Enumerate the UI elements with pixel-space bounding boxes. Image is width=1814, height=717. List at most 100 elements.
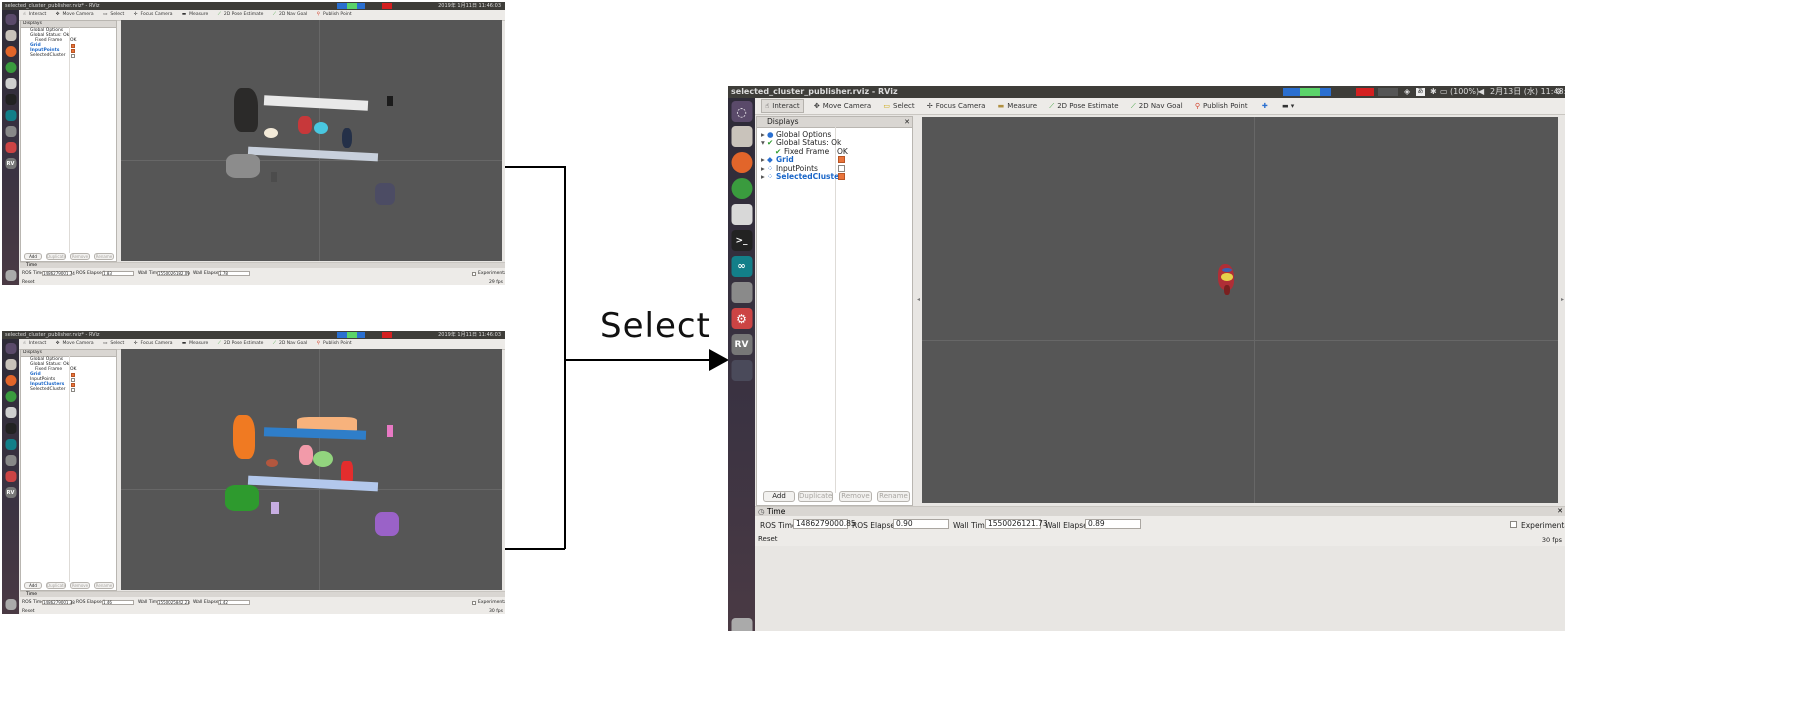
rviz-icon[interactable]: RV — [731, 334, 752, 355]
select-tool[interactable]: ▭ Select — [103, 10, 124, 20]
duplicate-button[interactable]: Duplicate — [798, 491, 833, 502]
settings-icon[interactable] — [5, 142, 16, 153]
terminal-icon[interactable] — [5, 423, 16, 434]
rviz-icon[interactable]: RV — [5, 487, 16, 498]
nav-goal-tool[interactable]: ⟋ 2D Nav Goal — [273, 339, 307, 349]
interact-tool[interactable]: ☝ Interact — [23, 10, 46, 20]
focus-camera-tool[interactable]: ✢ Focus Camera — [927, 98, 986, 114]
wall-time-field[interactable]: 1550026121.73 — [985, 519, 1048, 529]
drive-icon[interactable] — [731, 204, 752, 225]
trash-icon[interactable] — [5, 270, 16, 281]
wifi-icon[interactable]: ◈ — [1404, 86, 1410, 98]
measure-tool[interactable]: ▬ Measure — [182, 10, 208, 20]
wall-time-field[interactable]: 1550026182.09 — [157, 271, 190, 276]
splitter-handle[interactable]: ◂ — [917, 296, 920, 303]
volume-icon[interactable]: ◀ — [1478, 86, 1484, 98]
settings-icon[interactable] — [5, 471, 16, 482]
publish-point-tool[interactable]: ⚲ Publish Point — [1195, 98, 1248, 114]
nav-goal-tool[interactable]: ⟋ 2D Nav Goal — [273, 10, 307, 20]
ros-time-field[interactable]: 1486279001.74 — [42, 271, 75, 276]
wall-elapsed-field[interactable]: 0.89 — [1085, 519, 1141, 529]
wall-elapsed-field[interactable]: 1.78 — [218, 271, 250, 276]
interact-tool[interactable]: ☝ Interact — [23, 339, 46, 349]
splitter-handle-right[interactable]: ▸ — [1561, 296, 1564, 303]
ros-time-field[interactable]: 1486279001.38 — [42, 600, 75, 605]
reset-button[interactable]: Reset — [757, 534, 778, 545]
camera-icon[interactable] — [5, 455, 16, 466]
dash-icon[interactable] — [5, 343, 16, 354]
drive-icon[interactable] — [5, 78, 16, 89]
3d-viewport[interactable] — [121, 20, 502, 261]
remove-button[interactable]: Remove — [839, 491, 872, 502]
select-tool[interactable]: ▭ Select — [883, 98, 914, 114]
add-button[interactable]: Add — [763, 491, 795, 502]
arduino-icon[interactable] — [5, 110, 16, 121]
add-button[interactable]: Add — [24, 582, 42, 589]
rviz-icon[interactable]: RV — [5, 158, 16, 169]
focus-camera-tool[interactable]: ✢ Focus Camera — [134, 10, 173, 20]
measure-tool[interactable]: ▬ Measure — [998, 98, 1037, 114]
dash-icon[interactable]: ◌ — [731, 101, 752, 122]
rename-button[interactable]: Rename — [94, 253, 114, 260]
tree-grid[interactable]: ▸ ◆ Grid — [757, 155, 912, 164]
ros-elapsed-field[interactable]: 0.90 — [893, 519, 949, 529]
tree-global-options[interactable]: ▸ ● Global Options — [757, 130, 912, 139]
input-points-checkbox[interactable] — [838, 164, 845, 172]
close-icon[interactable]: ✕ — [904, 117, 910, 127]
move-camera-tool[interactable]: ✥ Move Camera — [814, 98, 871, 114]
input-method-icon[interactable]: あ — [1416, 88, 1425, 96]
tree-global-status[interactable]: ▾ ✔ Global Status: Ok — [757, 138, 912, 147]
add-button[interactable]: Add — [24, 253, 42, 260]
pose-estimate-tool[interactable]: ⟋ 2D Pose Estimate — [218, 339, 264, 349]
chrome-icon[interactable] — [731, 178, 752, 199]
tool-menu-icon[interactable]: ▬ ▾ — [1282, 98, 1294, 114]
remove-button[interactable]: Remove — [70, 582, 90, 589]
files-icon[interactable] — [5, 359, 16, 370]
camera-icon[interactable] — [731, 282, 752, 303]
camera-icon[interactable] — [5, 126, 16, 137]
pose-estimate-tool[interactable]: ⟋ 2D Pose Estimate — [218, 10, 264, 20]
experimental-checkbox[interactable] — [1510, 521, 1517, 528]
trash-icon[interactable] — [731, 618, 752, 631]
files-icon[interactable] — [5, 30, 16, 41]
power-icon[interactable]: ⚙ — [1555, 86, 1562, 98]
tree-selected-cluster[interactable]: ▸ ⁘ SelectedCluster — [757, 172, 912, 181]
drive-icon[interactable] — [5, 407, 16, 418]
rename-button[interactable]: Rename — [877, 491, 910, 502]
arduino-icon[interactable]: ∞ — [731, 256, 752, 277]
move-camera-tool[interactable]: ✥ Move Camera — [56, 10, 94, 20]
battery-icon[interactable]: ▭ — [1440, 86, 1448, 98]
settings-icon[interactable]: ⚙ — [731, 308, 752, 329]
firefox-icon[interactable] — [5, 46, 16, 57]
files-icon[interactable] — [731, 126, 752, 147]
workspace-icon[interactable] — [731, 360, 752, 381]
wall-time-field[interactable]: 1550025842.23 — [157, 600, 190, 605]
reset-button[interactable]: Reset — [22, 609, 35, 614]
selected-cluster-checkbox[interactable] — [838, 172, 845, 180]
tree-fixed-frame[interactable]: ✔ Fixed Frame OK — [757, 147, 912, 156]
wall-elapsed-field[interactable]: 1.42 — [218, 600, 250, 605]
chrome-icon[interactable] — [5, 62, 16, 73]
3d-viewport[interactable] — [922, 117, 1558, 503]
tree-selected-cluster[interactable]: SelectedCluster — [21, 387, 116, 392]
remove-button[interactable]: Remove — [70, 253, 90, 260]
move-camera-tool[interactable]: ✥ Move Camera — [56, 339, 94, 349]
focus-camera-tool[interactable]: ✢ Focus Camera — [134, 339, 173, 349]
interact-tool[interactable]: ☝ Interact — [761, 99, 804, 113]
firefox-icon[interactable] — [731, 152, 752, 173]
pose-estimate-tool[interactable]: ⟋ 2D Pose Estimate — [1049, 98, 1118, 114]
firefox-icon[interactable] — [5, 375, 16, 386]
chrome-icon[interactable] — [5, 391, 16, 402]
ros-time-field[interactable]: 1486279000.85 — [793, 519, 856, 529]
bluetooth-icon[interactable]: ✱ — [1430, 86, 1437, 98]
rename-button[interactable]: Rename — [94, 582, 114, 589]
arduino-icon[interactable] — [5, 439, 16, 450]
add-tool-icon[interactable]: ✚ — [1262, 98, 1268, 114]
duplicate-button[interactable]: Duplicate — [46, 253, 66, 260]
close-icon[interactable]: ✕ — [1557, 507, 1563, 516]
publish-point-tool[interactable]: ⚲ Publish Point — [317, 339, 352, 349]
terminal-icon[interactable] — [5, 94, 16, 105]
terminal-icon[interactable]: >_ — [731, 230, 752, 251]
tree-selected-cluster[interactable]: SelectedCluster — [21, 53, 116, 58]
experimental-checkbox[interactable] — [472, 272, 476, 276]
